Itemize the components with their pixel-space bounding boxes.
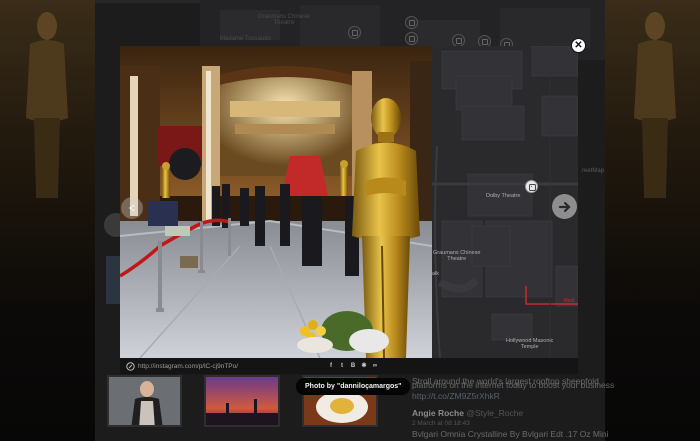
feed-author-line: Angie Roche @Style_Roche — [412, 408, 523, 418]
camera-pin-icon[interactable] — [525, 180, 538, 193]
feed-thumbnail[interactable] — [107, 375, 182, 427]
photo-footer: http://instagram.com/p/lC-cj9nTPo/ f t B… — [120, 358, 578, 374]
link-chain-icon — [125, 361, 135, 371]
oscar-statue-icon — [26, 12, 68, 198]
feed-author-handle[interactable]: @Style_Roche — [466, 408, 523, 418]
feed-post-text: Bvlgari Omnia Crystalline By Bvlgari Edt… — [412, 429, 609, 439]
oscar-statue-icon — [634, 12, 676, 198]
feed-author-name[interactable]: Angie Roche — [412, 408, 464, 418]
background-map-label-madame: Madame Tussauds — [220, 36, 271, 42]
background-camera-pin-icon[interactable] — [405, 16, 418, 29]
arrow-right-icon — [558, 201, 571, 212]
twitter-icon[interactable]: t — [338, 362, 346, 370]
background-oscar-right — [605, 0, 700, 441]
close-icon: ✕ — [574, 39, 583, 51]
share-icon[interactable]: ∞ — [371, 362, 379, 370]
photo-url[interactable]: http://instagram.com/p/lC-cj9nTPo/ — [138, 363, 238, 370]
vk-icon[interactable]: ✱ — [360, 362, 368, 370]
photo-credit: Photo by "danniloçamargos" — [296, 378, 411, 395]
feed-link[interactable]: http://t.co/ZM9Z5rXhkR — [412, 391, 500, 401]
background-oscar-left — [0, 0, 95, 441]
share-buttons: f t B ✱ ∞ — [327, 362, 379, 370]
map-label-walk: alk — [432, 271, 440, 277]
link-icon[interactable] — [125, 361, 135, 371]
thumbnail-person-image — [109, 377, 180, 425]
tumblr-icon[interactable]: B — [349, 362, 357, 370]
instagram-photo — [120, 46, 432, 358]
map-label-red: Red — [564, 298, 575, 304]
arrow-left-icon — [128, 204, 135, 212]
close-button[interactable]: ✕ — [571, 38, 586, 53]
next-photo-button[interactable] — [552, 194, 577, 219]
photo-lightbox: Dolby Theatre Graumans Chinese Theatre H… — [120, 46, 578, 374]
feed-timestamp: 2 March at 08:18:43 — [412, 420, 470, 427]
dolby-theatre-interior-image — [120, 46, 432, 358]
map-label-graumans: Graumans Chinese Theatre — [433, 250, 481, 262]
thumbnail-sunset-image — [206, 377, 278, 425]
background-camera-pin-icon[interactable] — [348, 26, 361, 39]
facebook-icon[interactable]: f — [327, 362, 335, 370]
background-camera-pin-icon[interactable] — [405, 32, 418, 45]
feed-text-line2: platforms on the internet today to boost… — [412, 380, 615, 390]
feed-thumbnail[interactable] — [204, 375, 280, 427]
background-map-label-graumans: Graumans Chinese Theatre — [258, 14, 310, 26]
map-label-dolby-theatre: Dolby Theatre — [486, 193, 521, 199]
lightbox-page: Graumans Chinese Theatre Madame Tussauds… — [0, 0, 700, 441]
background-map-label-streetmap: reetMap — [582, 168, 605, 174]
map-label-masonic-temple: Hollywood Masonic Temple — [506, 338, 554, 350]
prev-photo-button[interactable] — [121, 197, 143, 219]
